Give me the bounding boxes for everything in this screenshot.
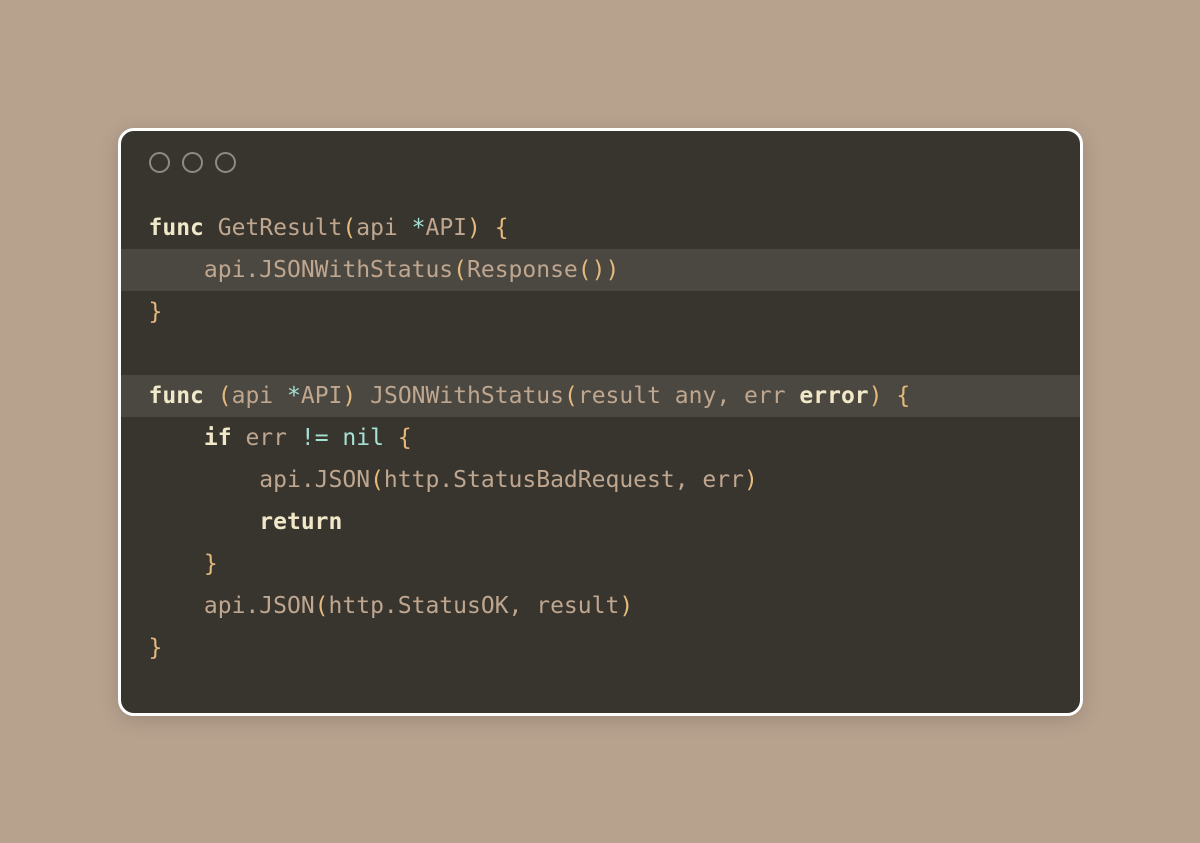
traffic-light-minimize-icon[interactable] xyxy=(182,152,203,173)
type-name: API xyxy=(425,215,467,241)
code-editor[interactable]: func GetResult(api *API) { api.JSONWithS… xyxy=(121,195,1080,713)
paren-open: ( xyxy=(453,257,467,283)
pointer-star: * xyxy=(287,383,301,409)
indent xyxy=(149,257,204,283)
call-args: http.StatusBadRequest, err xyxy=(384,467,744,493)
traffic-light-zoom-icon[interactable] xyxy=(215,152,236,173)
receiver-name: api xyxy=(232,383,287,409)
param-list: result any, err xyxy=(578,383,800,409)
indent xyxy=(149,551,204,577)
type-name: API xyxy=(301,383,343,409)
indent xyxy=(149,593,204,619)
space xyxy=(356,383,370,409)
code-line-highlighted: api.JSONWithStatus(Response()) xyxy=(121,249,1080,291)
code-line: return xyxy=(121,501,1080,543)
paren-close: ) xyxy=(606,257,620,283)
space xyxy=(481,215,495,241)
brace-close: } xyxy=(149,635,163,661)
paren-open: ( xyxy=(578,257,592,283)
paren-close: ) xyxy=(869,383,883,409)
call-args: http.StatusOK, result xyxy=(329,593,620,619)
code-line: } xyxy=(121,627,1080,669)
brace-open: { xyxy=(495,215,509,241)
method-call: api.JSONWithStatus xyxy=(204,257,453,283)
paren-open: ( xyxy=(342,215,356,241)
paren-open: ( xyxy=(218,383,232,409)
indent xyxy=(149,425,204,451)
code-line: func GetResult(api *API) { xyxy=(121,207,1080,249)
space xyxy=(384,425,398,451)
func-name: GetResult xyxy=(204,215,342,241)
keyword-func: func xyxy=(149,215,204,241)
brace-close: } xyxy=(204,551,218,577)
window-titlebar xyxy=(121,131,1080,195)
type-error: error xyxy=(799,383,868,409)
code-line: } xyxy=(121,291,1080,333)
pointer-star: * xyxy=(412,215,426,241)
indent xyxy=(149,467,260,493)
func-name: JSONWithStatus xyxy=(370,383,564,409)
keyword-nil: nil xyxy=(342,425,384,451)
space xyxy=(232,425,246,451)
method-call: api.JSON xyxy=(204,593,315,619)
keyword-if: if xyxy=(204,425,232,451)
brace-open: { xyxy=(398,425,412,451)
space xyxy=(883,383,897,409)
indent xyxy=(149,509,260,535)
traffic-light-close-icon[interactable] xyxy=(149,152,170,173)
code-line-blank xyxy=(121,333,1080,375)
paren-close: ) xyxy=(467,215,481,241)
var-name: err xyxy=(245,425,300,451)
paren-close: ) xyxy=(342,383,356,409)
param-name: api xyxy=(356,215,411,241)
keyword-func: func xyxy=(149,383,204,409)
code-line: api.JSON(http.StatusBadRequest, err) xyxy=(121,459,1080,501)
space xyxy=(329,425,343,451)
paren-close: ) xyxy=(592,257,606,283)
paren-close: ) xyxy=(619,593,633,619)
method-call: api.JSON xyxy=(259,467,370,493)
paren-open: ( xyxy=(315,593,329,619)
brace-close: } xyxy=(149,299,163,325)
code-window: func GetResult(api *API) { api.JSONWithS… xyxy=(118,128,1083,716)
keyword-return: return xyxy=(259,509,342,535)
paren-close: ) xyxy=(744,467,758,493)
paren-open: ( xyxy=(564,383,578,409)
operator-neq: != xyxy=(301,425,329,451)
space xyxy=(204,383,218,409)
paren-open: ( xyxy=(370,467,384,493)
code-line-highlighted: func (api *API) JSONWithStatus(result an… xyxy=(121,375,1080,417)
code-line: } xyxy=(121,543,1080,585)
code-line: if err != nil { xyxy=(121,417,1080,459)
code-line: api.JSON(http.StatusOK, result) xyxy=(121,585,1080,627)
inner-call: Response xyxy=(467,257,578,283)
brace-open: { xyxy=(896,383,910,409)
